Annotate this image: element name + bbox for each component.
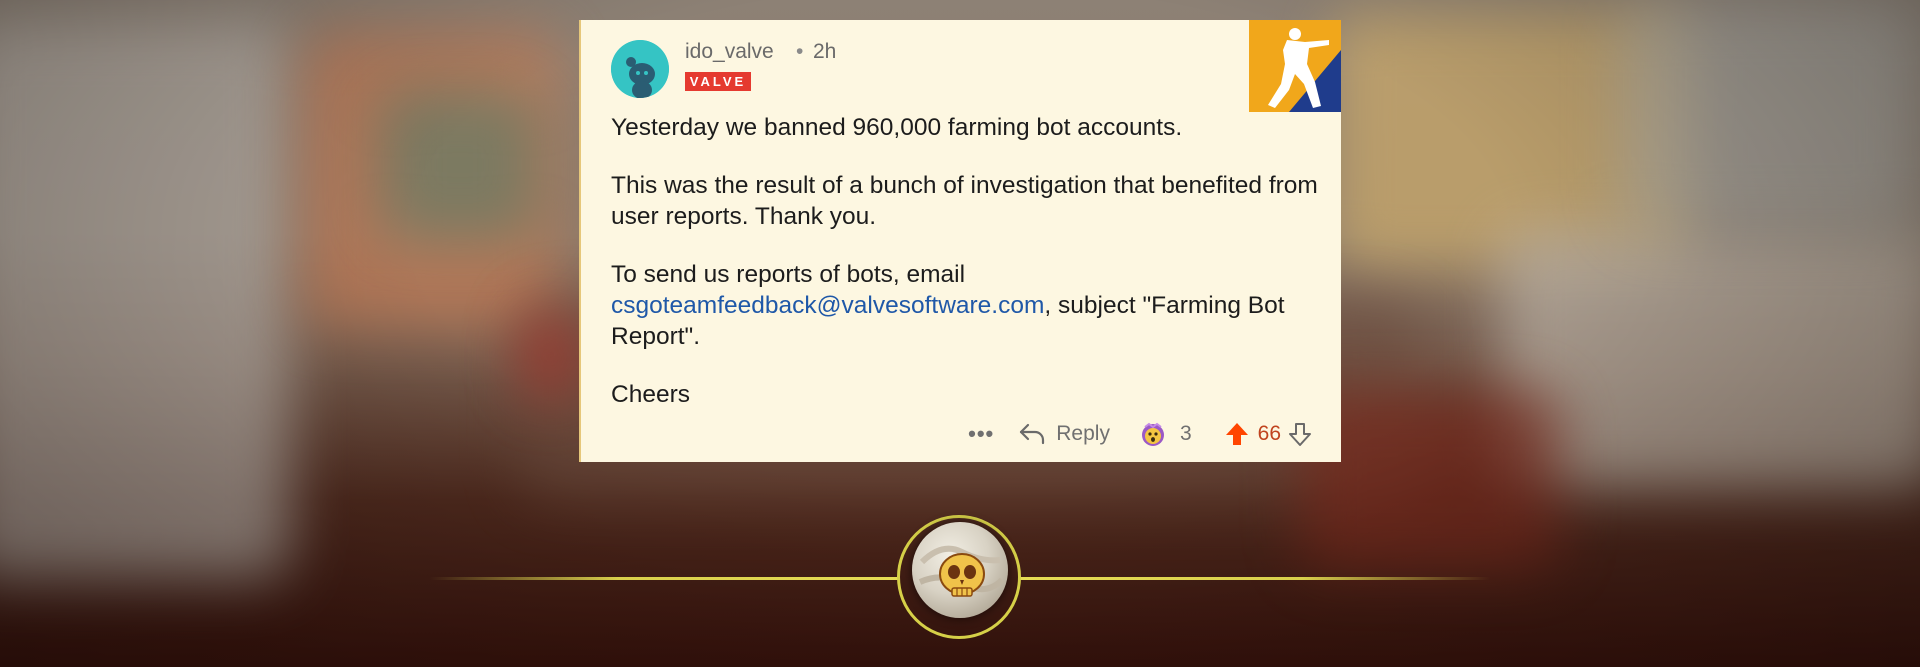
user-flair-badge: VALVE: [685, 72, 751, 91]
downvote-arrow-icon[interactable]: [1287, 421, 1313, 447]
shocked-face-award-icon: [1141, 422, 1164, 446]
reddit-comment-card: ido_valve • 2h VALVE Yesterday we banned…: [579, 20, 1341, 462]
comment-username[interactable]: ido_valve: [685, 40, 774, 64]
reply-arrow-icon: [1020, 423, 1045, 445]
counter-strike-logo-icon: [1249, 20, 1341, 112]
skull-coin-medal-icon: [912, 522, 1008, 618]
upvote-arrow-icon[interactable]: [1224, 421, 1250, 447]
vote-controls: 66: [1224, 421, 1313, 447]
comment-paragraph: Yesterday we banned 960,000 farming bot …: [611, 114, 1183, 141]
comment-paragraph: Cheers: [611, 381, 690, 408]
comment-paragraph: To send us reports of bots, email csgote…: [611, 259, 1321, 352]
reply-label: Reply: [1056, 422, 1110, 445]
comment-paragraph: This was the result of a bunch of invest…: [611, 172, 1318, 230]
comment-timestamp: 2h: [813, 40, 837, 63]
award-button[interactable]: 3: [1140, 421, 1192, 447]
comment-body: Yesterday we banned 960,000 farming bot …: [611, 112, 1321, 437]
more-options-button[interactable]: •••: [968, 421, 994, 447]
email-link[interactable]: csgoteamfeedback@valvesoftware.com: [611, 292, 1044, 319]
reddit-snoo-avatar-icon[interactable]: [611, 40, 669, 98]
award-count: 3: [1179, 422, 1192, 445]
text-fragment: To send us reports of bots, email: [611, 261, 966, 288]
reply-button[interactable]: Reply: [1018, 422, 1110, 446]
glow-divider-left: [430, 577, 900, 580]
background-scene: ido_valve • 2h VALVE Yesterday we banned…: [0, 0, 1920, 667]
vote-score: 66: [1257, 422, 1281, 445]
comment-action-bar: ••• Reply 3 66: [968, 417, 1313, 451]
glow-divider-right: [1020, 577, 1490, 580]
meta-separator: •: [796, 40, 804, 63]
